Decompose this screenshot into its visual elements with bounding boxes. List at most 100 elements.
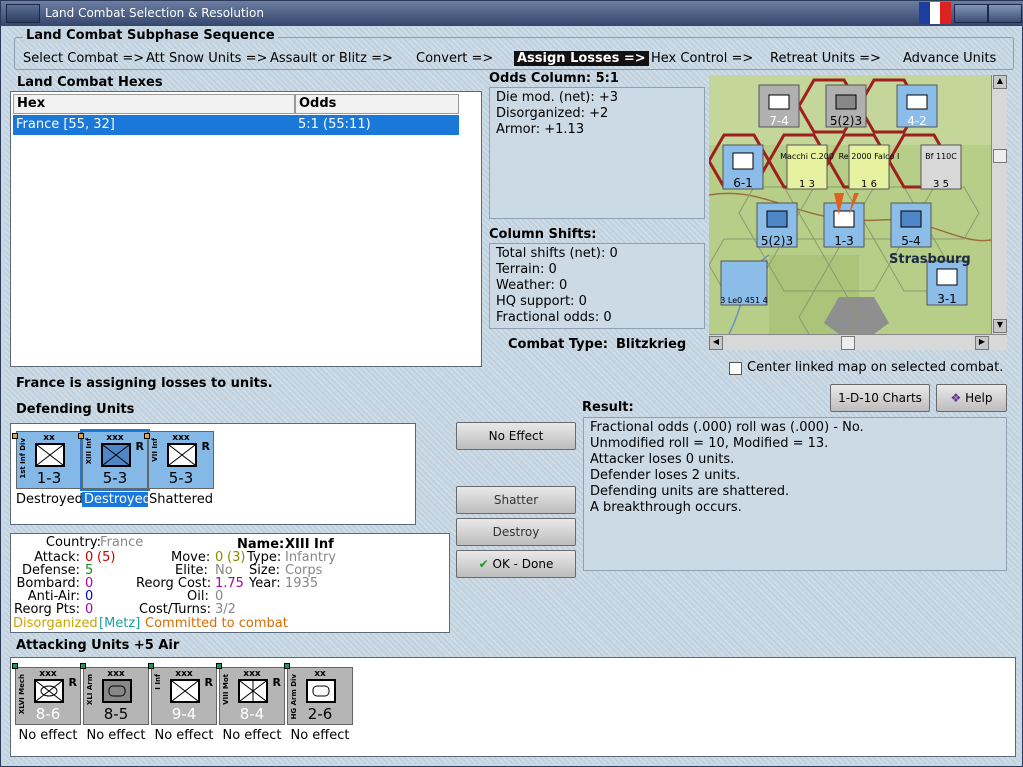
unit-reserve-mark: R — [135, 440, 144, 453]
unit-result: Shattered — [149, 492, 213, 507]
help-book-icon: ❖ — [950, 391, 962, 405]
table-row-hex[interactable]: France [55, 32] — [13, 115, 295, 135]
unit-name: VIII Mot — [222, 674, 230, 705]
scroll-left-icon[interactable]: ◀ — [709, 336, 723, 350]
minimize-button[interactable] — [954, 4, 988, 23]
map-counter-value: Re 2000 Falco I — [839, 152, 900, 161]
destroy-button[interactable]: Destroy — [456, 518, 576, 546]
unit-counter[interactable]: xxx XLI Arm 8-5 — [83, 667, 149, 725]
unit-strength: 5-3 — [102, 469, 128, 487]
unit-strength: 8-4 — [239, 705, 265, 723]
map-counter-value: 6-1 — [733, 176, 753, 190]
no-effect-button[interactable]: No Effect — [456, 422, 576, 450]
defending-units-title: Defending Units — [16, 402, 135, 417]
map-counter-value: 3-1 — [937, 292, 957, 306]
subphase-sequence-title: Land Combat Subphase Sequence — [23, 28, 278, 43]
odds-column-title: Odds Column: 5:1 — [489, 71, 619, 86]
shatter-button[interactable]: Shatter — [456, 486, 576, 514]
unit-result: No effect — [154, 728, 214, 743]
unit-reserve-mark: R — [68, 676, 77, 689]
armor-icon — [102, 679, 132, 703]
unit-counter[interactable]: xxx VIII Mot R 8-4 — [219, 667, 285, 725]
odds-line: Disorganized: +2 — [496, 106, 609, 121]
unit-strength: 1-3 — [36, 469, 62, 487]
unit-counter[interactable]: xxx XLVI Mech R 8-6 — [15, 667, 81, 725]
unit-status-dot — [12, 433, 18, 439]
unit-counter[interactable]: xxx I Inf R 9-4 — [151, 667, 217, 725]
mechanized-icon — [34, 679, 64, 703]
map-vertical-scrollbar[interactable]: ▲ ▼ — [991, 75, 1007, 334]
column-header-hex[interactable]: Hex — [13, 94, 295, 114]
france-flag-icon — [919, 2, 952, 24]
map-counter-value: 3 Le0 451 4 — [720, 296, 767, 305]
unit-result: No effect — [222, 728, 282, 743]
attack-base-value: (5) — [97, 550, 116, 565]
help-label: Help — [965, 391, 993, 405]
ok-done-label: OK - Done — [492, 557, 554, 571]
unit-status-dot — [216, 663, 222, 669]
scroll-thumb[interactable] — [841, 336, 855, 350]
unit-result: No effect — [86, 728, 146, 743]
window-menu-icon[interactable] — [6, 4, 40, 23]
infantry-icon — [167, 443, 197, 467]
table-row-odds[interactable]: 5:1 (55:11) — [295, 115, 459, 135]
unit-strength: 9-4 — [171, 705, 197, 723]
help-button[interactable]: ❖ Help — [936, 384, 1007, 412]
unit-result: Destroyed — [16, 492, 83, 507]
column-header-odds[interactable]: Odds — [295, 94, 459, 114]
close-button[interactable] — [988, 4, 1022, 23]
map-hex-grid: 7-4 5(2)3 4-2 6-1 Macchi C.200 1 3 Re 20… — [709, 75, 991, 334]
location-status: [Metz] — [99, 616, 141, 631]
map-counter-value: 3 5 — [933, 179, 949, 190]
unit-strength: 8-5 — [103, 705, 129, 723]
result-line: Defender loses 2 units. — [590, 468, 741, 483]
scroll-up-icon[interactable]: ▲ — [993, 75, 1007, 89]
unit-counter[interactable]: xxx XIII Inf R 5-3 — [80, 429, 150, 491]
shift-line: Terrain: 0 — [496, 262, 557, 277]
combat-hexes-title: Land Combat Hexes — [17, 75, 163, 90]
result-title: Result: — [582, 400, 634, 415]
unit-strength: 5-3 — [168, 469, 194, 487]
unit-details-panel: Country: France Name: XIII Inf Attack: 0… — [10, 533, 450, 633]
unit-reserve-mark: R — [201, 440, 210, 453]
result-line: A breakthrough occurs. — [590, 500, 742, 515]
cost-turns-value: 3/2 — [215, 602, 236, 617]
committed-status: Committed to combat — [145, 616, 288, 631]
charts-button[interactable]: 1-D-10 Charts — [830, 384, 930, 412]
linked-map[interactable]: 7-4 5(2)3 4-2 6-1 Macchi C.200 1 3 Re 20… — [709, 75, 991, 334]
center-map-checkbox[interactable] — [729, 362, 742, 375]
map-counter-value: Bf 110C — [925, 152, 957, 161]
step-att-snow-units: Att Snow Units => — [146, 51, 268, 66]
attacking-units-title: Attacking Units +5 Air — [16, 638, 180, 653]
unit-counter[interactable]: xx HG Arm Div 2-6 — [287, 667, 353, 725]
map-counter-value: 5(2)3 — [761, 234, 793, 248]
shift-line: Weather: 0 — [496, 278, 568, 293]
combat-type-value: Blitzkrieg — [616, 337, 687, 352]
year-label: Year: — [249, 576, 281, 591]
result-box: Fractional odds (.000) roll was (.000) -… — [583, 417, 1007, 571]
infantry-icon — [101, 443, 131, 467]
unit-status-dot — [80, 663, 86, 669]
odds-box: Die mod. (net): +3 Disorganized: +2 Armo… — [489, 87, 705, 219]
combat-hexes-list[interactable]: Hex Odds France [55, 32] 5:1 (55:11) — [10, 91, 482, 367]
map-horizontal-scrollbar[interactable]: ◀ ▶ — [709, 334, 1007, 350]
cost-turns-label: Cost/Turns: — [139, 602, 211, 617]
unit-status-dot — [144, 433, 150, 439]
unit-name: I Inf — [154, 674, 162, 690]
unit-strength: 8-6 — [35, 705, 61, 723]
unit-status-dot — [284, 663, 290, 669]
unit-counter[interactable]: xx 1st Inf Div 1-3 — [16, 431, 82, 489]
scroll-down-icon[interactable]: ▼ — [993, 319, 1007, 333]
unit-counter[interactable]: xxx VII Inf R 5-3 — [148, 431, 214, 489]
status-message: France is assigning losses to units. — [16, 376, 273, 391]
scroll-thumb[interactable] — [993, 149, 1007, 163]
step-select-combat: Select Combat => — [23, 51, 145, 66]
attacking-units-panel: xxx XLVI Mech R 8-6 xxx XLI Arm 8-5 xxx … — [10, 657, 1016, 757]
window: Land Combat Selection & Resolution Land … — [0, 0, 1023, 767]
step-assault-or-blitz: Assault or Blitz => — [270, 51, 393, 66]
unit-name: VII Inf — [151, 438, 159, 462]
disorganized-status: Disorganized — [13, 616, 98, 631]
scroll-right-icon[interactable]: ▶ — [975, 336, 989, 350]
country-label: Country: — [45, 535, 101, 550]
ok-done-button[interactable]: ✔ OK - Done — [456, 550, 576, 578]
